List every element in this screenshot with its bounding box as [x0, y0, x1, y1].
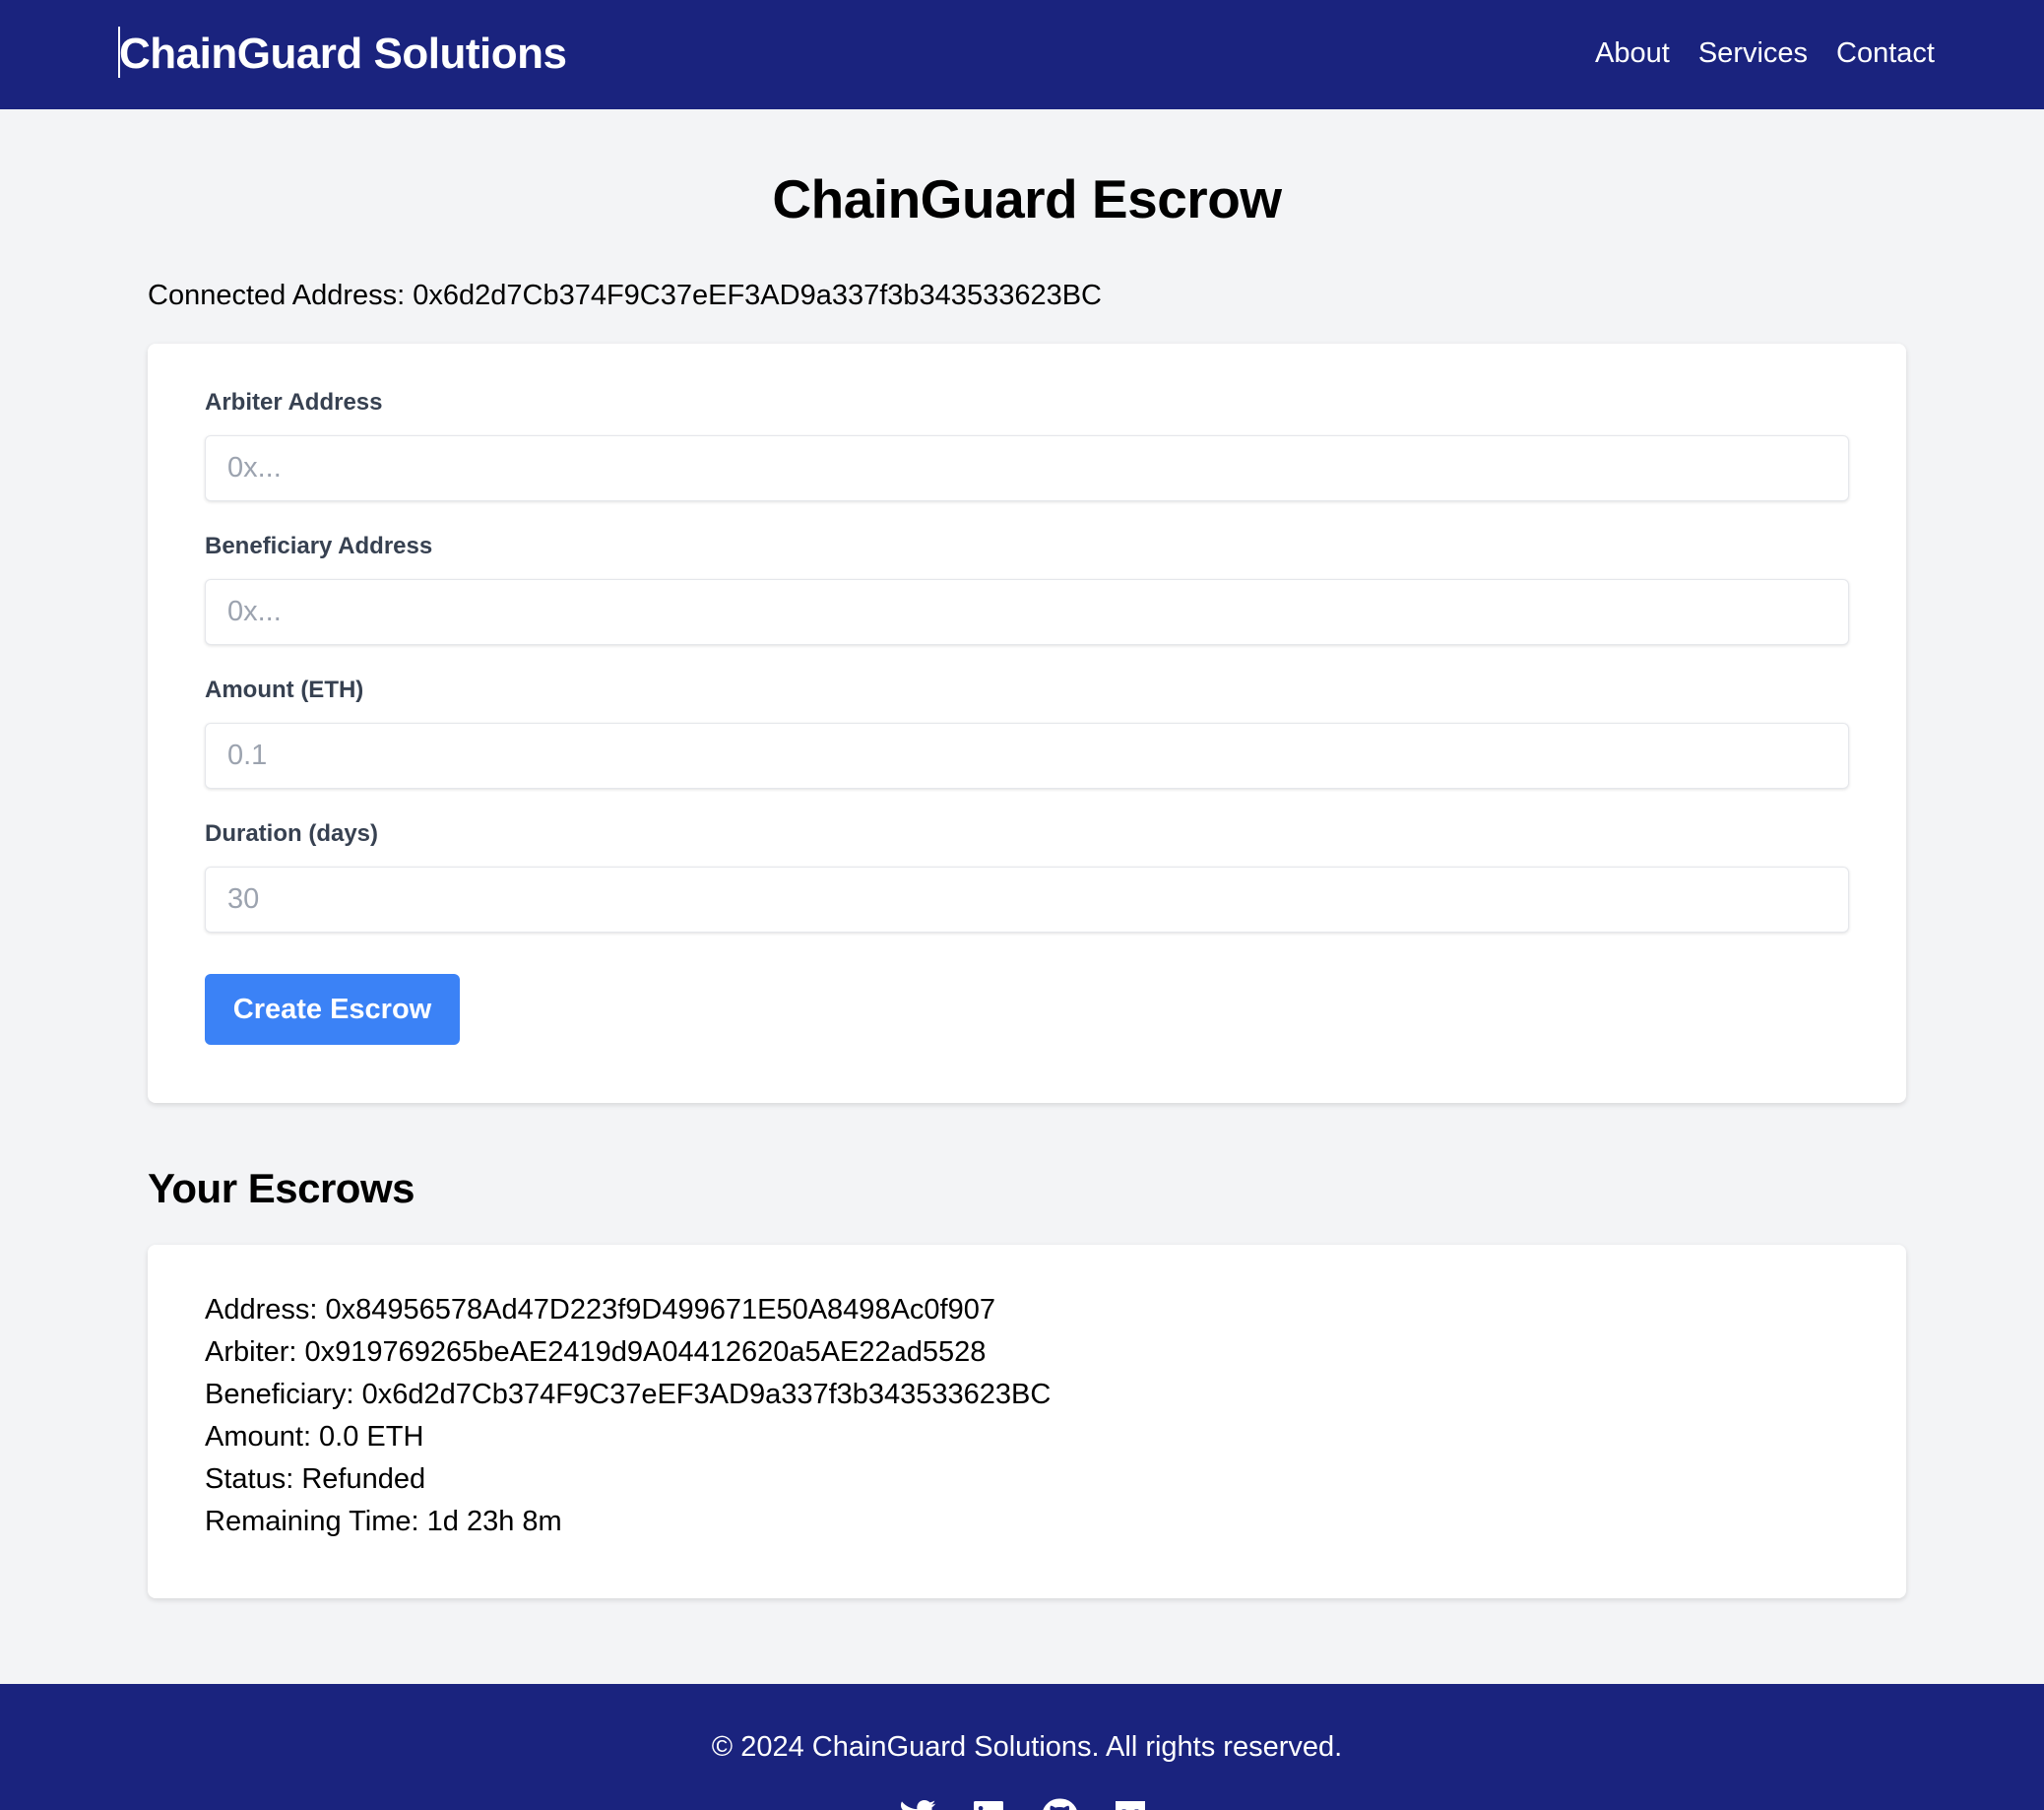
duration-label: Duration (days) — [205, 820, 379, 847]
beneficiary-label: Beneficiary Address — [205, 533, 433, 559]
escrow-arbiter: Arbiter: 0x919769265beAE2419d9A04412620a… — [205, 1336, 987, 1368]
amount-label: Amount (ETH) — [205, 677, 364, 703]
duration-input[interactable] — [205, 867, 1849, 933]
your-escrows-heading: Your Escrows — [148, 1165, 415, 1211]
escrow-beneficiary: Beneficiary: 0x6d2d7Cb374F9C37eEF3AD9a33… — [205, 1379, 1052, 1410]
create-escrow-button[interactable]: Create Escrow — [205, 974, 460, 1045]
copyright-text: © 2024 ChainGuard Solutions. All rights … — [711, 1731, 1343, 1763]
medium-icon[interactable] — [1111, 1796, 1150, 1810]
top-nav: About Services Contact — [1595, 33, 1935, 73]
social-links — [898, 1796, 1150, 1810]
escrow-remaining-time: Remaining Time: 1d 23h 8m — [205, 1506, 562, 1537]
escrow-amount: Amount: 0.0 ETH — [205, 1421, 424, 1453]
page-title: ChainGuard Escrow — [772, 168, 1282, 229]
connected-address: Connected Address: 0x6d2d7Cb374F9C37eEF3… — [148, 280, 1102, 311]
arbiter-label: Arbiter Address — [205, 389, 383, 416]
nav-services[interactable]: Services — [1698, 33, 1808, 73]
escrow-status: Status: Refunded — [205, 1463, 426, 1495]
brand-logo[interactable]: ChainGuard Solutions — [119, 28, 567, 81]
github-icon[interactable] — [1040, 1796, 1079, 1810]
escrow-address: Address: 0x84956578Ad47D223f9D499671E50A… — [205, 1294, 995, 1325]
beneficiary-address-input[interactable] — [205, 579, 1849, 645]
escrow-item: Address: 0x84956578Ad47D223f9D499671E50A… — [148, 1245, 1906, 1598]
create-escrow-form: Arbiter Address Beneficiary Address Amou… — [148, 344, 1906, 1103]
footer: © 2024 ChainGuard Solutions. All rights … — [0, 1684, 2044, 1810]
top-header: ChainGuard Solutions About Services Cont… — [0, 0, 2044, 109]
page: ChainGuard Solutions About Services Cont… — [0, 0, 2044, 1810]
amount-input[interactable] — [205, 723, 1849, 789]
linkedin-icon[interactable] — [969, 1796, 1008, 1810]
arbiter-address-input[interactable] — [205, 435, 1849, 501]
nav-about[interactable]: About — [1595, 33, 1670, 73]
twitter-icon[interactable] — [898, 1796, 937, 1810]
nav-contact[interactable]: Contact — [1836, 33, 1935, 73]
